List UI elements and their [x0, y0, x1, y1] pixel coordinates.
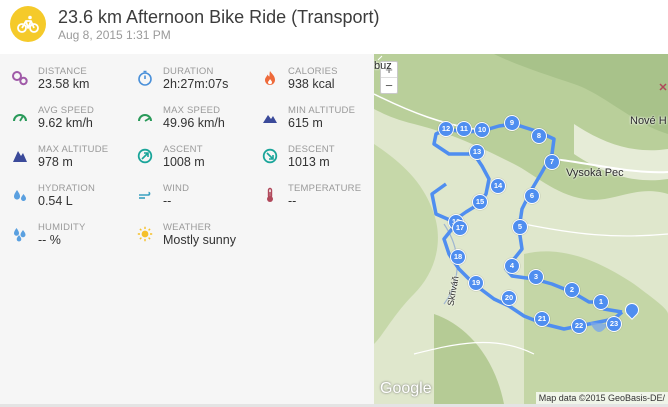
route-marker-8[interactable]: 8	[531, 128, 547, 144]
thermometer-icon	[267, 187, 273, 202]
stat-label: ASCENT	[163, 144, 203, 155]
speedometer-icon	[13, 114, 27, 122]
route-marker-12[interactable]: 12	[438, 121, 454, 137]
stats-panel: DISTANCE 23.58 km DURATION 2h:27m:07s CA…	[0, 54, 374, 404]
route-marker-9[interactable]: 9	[504, 115, 520, 131]
zoom-out-button[interactable]: −	[381, 77, 397, 93]
route-marker-10[interactable]: 10	[474, 122, 490, 138]
stat-duration: DURATION 2h:27m:07s	[137, 66, 255, 100]
route-marker-20[interactable]: 20	[501, 290, 517, 306]
stat-value: -- %	[38, 233, 61, 247]
route-marker-5[interactable]: 5	[512, 219, 528, 235]
stat-value: 49.96 km/h	[163, 116, 225, 130]
place-label: Vysoká Pec	[566, 167, 624, 179]
stat-label: DESCENT	[288, 144, 335, 155]
stat-descent: DESCENT 1013 m	[262, 144, 380, 178]
route-marker-13[interactable]: 13	[469, 144, 485, 160]
stat-value: 978 m	[38, 155, 73, 169]
stat-max-speed: MAX SPEED 49.96 km/h	[137, 105, 255, 139]
stat-value: 1013 m	[288, 155, 330, 169]
stat-label: CALORIES	[288, 66, 338, 77]
stat-label: MAX ALTITUDE	[38, 144, 109, 155]
google-logo: Google	[380, 380, 432, 397]
stat-value: 1008 m	[163, 155, 205, 169]
route-marker-19[interactable]: 19	[468, 275, 484, 291]
humidity-icon	[14, 228, 26, 242]
stat-value: 23.58 km	[38, 77, 90, 91]
route-marker-14[interactable]: 14	[490, 178, 506, 194]
descent-icon	[262, 148, 278, 164]
stat-label: DISTANCE	[38, 66, 87, 77]
mountain-icon	[13, 151, 27, 162]
stat-max-altitude: MAX ALTITUDE 978 m	[12, 144, 130, 178]
route-marker-22[interactable]: 22	[571, 318, 587, 334]
route-marker-6[interactable]: 6	[524, 188, 540, 204]
stat-min-altitude: MIN ALTITUDE 615 m	[262, 105, 380, 139]
route-marker-23[interactable]: 23	[606, 316, 622, 332]
route-map[interactable]: + − Nové H Vysoká Pec Skřiváň buz Google…	[374, 54, 668, 404]
route-marker-7[interactable]: 7	[544, 154, 560, 170]
sun-icon	[137, 226, 153, 242]
stat-label: HUMIDITY	[38, 222, 86, 233]
route-marker-17[interactable]: 17	[452, 220, 468, 236]
stat-hydration: HYDRATION 0.54 L	[12, 183, 130, 217]
route-marker-21[interactable]: 21	[534, 311, 550, 327]
stat-avg-speed: AVG SPEED 9.62 km/h	[12, 105, 130, 139]
bicycle-icon	[10, 6, 46, 42]
stat-label: TEMPERATURE	[288, 183, 362, 194]
activity-header: 23.6 km Afternoon Bike Ride (Transport) …	[0, 0, 668, 54]
stat-calories: CALORIES 938 kcal	[262, 66, 380, 100]
route-marker-3[interactable]: 3	[528, 269, 544, 285]
place-label: Nové H	[630, 115, 667, 127]
wind-icon	[139, 191, 151, 199]
route-marker-18[interactable]: 18	[450, 249, 466, 265]
mountain-icon	[263, 115, 277, 123]
stat-value: 9.62 km/h	[38, 116, 93, 130]
route-marker-4[interactable]: 4	[504, 258, 520, 274]
stat-value: 0.54 L	[38, 194, 73, 208]
stat-weather: WEATHER Mostly sunny	[137, 222, 255, 256]
route-marker-1[interactable]: 1	[593, 294, 609, 310]
stat-value: --	[288, 194, 297, 208]
droplets-icon	[14, 190, 26, 201]
page-title: 23.6 km Afternoon Bike Ride (Transport)	[58, 7, 380, 27]
stat-label: AVG SPEED	[38, 105, 95, 116]
speedometer-icon	[138, 114, 152, 122]
route-marker-11[interactable]: 11	[456, 121, 472, 137]
stat-distance: DISTANCE 23.58 km	[12, 66, 130, 100]
flame-icon	[265, 71, 275, 85]
stat-value: 2h:27m:07s	[163, 77, 229, 91]
stat-label: WIND	[163, 183, 190, 194]
stat-value: Mostly sunny	[163, 233, 236, 247]
stat-temperature: TEMPERATURE --	[262, 183, 380, 217]
route-marker-2[interactable]: 2	[564, 282, 580, 298]
stat-wind: WIND --	[137, 183, 255, 217]
stopwatch-icon	[138, 70, 152, 86]
stat-value: 938 kcal	[288, 77, 335, 91]
stat-humidity: HUMIDITY -- %	[12, 222, 130, 256]
route-marker-15[interactable]: 15	[472, 194, 488, 210]
stat-label: HYDRATION	[38, 183, 96, 194]
stat-value: --	[163, 194, 172, 208]
stat-ascent: ASCENT 1008 m	[137, 144, 255, 178]
stat-label: MAX SPEED	[163, 105, 221, 116]
stat-label: MIN ALTITUDE	[288, 105, 356, 116]
ascent-icon	[137, 148, 153, 164]
place-label: buz	[374, 60, 392, 72]
distance-icon	[12, 71, 28, 86]
stat-label: WEATHER	[163, 222, 212, 233]
map-attribution[interactable]: Map data ©2015 GeoBasis-DE/	[535, 392, 668, 404]
stat-label: DURATION	[163, 66, 214, 77]
activity-date: Aug 8, 2015 1:31 PM	[58, 28, 171, 42]
stat-value: 615 m	[288, 116, 323, 130]
